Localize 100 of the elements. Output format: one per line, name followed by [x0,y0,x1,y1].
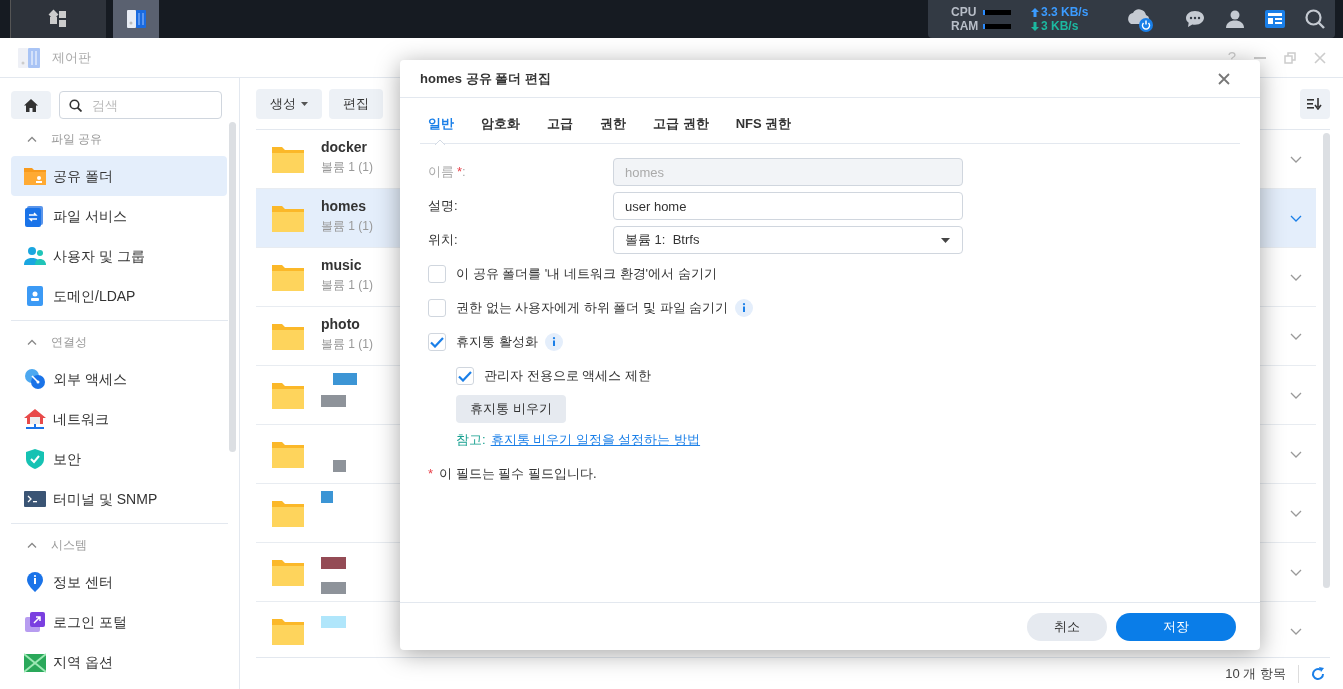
help-link[interactable]: 휴지통 비우기 일정을 설정하는 방법 [490,430,701,450]
chat-icon [1184,8,1207,30]
folder-volume: 볼륨 1 (1) [321,336,374,353]
checkbox-label: 권한 없는 사용자에게 하위 폴더 및 파일 숨기기 [456,299,729,318]
chevron-down-icon[interactable] [1290,155,1302,163]
folder-volume: 볼륨 1 (1) [321,159,374,176]
sidebar-item[interactable]: 네트워크 [11,399,227,439]
sort-button[interactable] [1300,88,1330,119]
info-icon[interactable] [544,333,563,351]
chevron-down-icon[interactable] [1290,627,1302,635]
checkbox[interactable] [428,299,446,317]
sidebar-item[interactable]: 로그인 포털 [11,602,227,642]
folder-icon [272,617,304,645]
shield-check-icon [24,448,46,470]
search-icon [69,99,82,112]
download-speed: 3 KB/s [1041,19,1079,33]
checkbox[interactable] [428,333,446,351]
house-network-icon [24,408,46,430]
checkbox-label: 관리자 전용으로 액세스 제한 [484,367,651,386]
toolbar-button[interactable]: 생성 [256,88,322,119]
chevron-down-icon[interactable] [1290,568,1302,576]
tab-pointer-icon [435,139,445,145]
region-icon [24,651,46,673]
chevron-down-icon[interactable] [1290,391,1302,399]
home-button[interactable] [11,91,51,119]
folder-name: music [321,256,363,275]
ram-label: RAM [951,19,979,33]
folder-user-icon [24,165,46,187]
redacted-block [321,491,333,503]
chevron-down-icon[interactable] [1290,509,1302,517]
window-title: 제어판 [52,48,91,67]
dialog-tab[interactable]: 고급 권한 [653,111,709,144]
folder-icon [272,558,304,586]
taskbar-app-button[interactable] [113,0,159,38]
chevron-up-icon [27,136,37,142]
dialog-tab[interactable]: NFS 권한 [735,111,792,144]
toolbar-button[interactable]: 편집 [329,88,383,119]
description-field[interactable]: user home [613,192,963,220]
field-label: 위치: [428,231,459,250]
control-panel-icon [125,9,147,29]
location-dropdown[interactable]: 볼륨 1: Btrfs [613,226,963,254]
taskbar-app-button[interactable] [10,0,106,38]
info-pin-icon [24,571,46,593]
dialog-tab[interactable]: 암호화 [481,111,520,144]
search-icon [1304,8,1327,30]
cancel-button[interactable]: 취소 [1027,612,1107,641]
scrollbar-thumb[interactable] [229,122,236,452]
login-portal-icon [24,611,46,633]
user-icon [1224,8,1247,30]
folder-icon [272,204,304,232]
sidebar-item[interactable]: 지역 옵션 [11,642,227,682]
sidebar-item[interactable]: 터미널 및 SNMP [11,479,227,519]
chevron-down-icon[interactable] [1290,450,1302,458]
apps-grid-icon [48,9,69,29]
sidebar-item[interactable]: 파일 서비스 [11,196,227,236]
folder-volume: 볼륨 1 (1) [321,277,374,294]
info-icon[interactable] [735,299,754,317]
download-arrow-icon [1031,21,1039,31]
caret-icon [301,101,308,106]
checkbox-label: 이 공유 폴더를 '내 네트워크 환경'에서 숨기기 [456,265,717,284]
folder-name: homes [321,197,368,216]
close-icon[interactable] [1218,72,1230,85]
empty-recycle-bin-button[interactable]: 휴지통 비우기 [456,395,566,423]
external-access-icon [24,368,46,390]
sort-icon [1307,97,1323,110]
sidebar-item[interactable]: 도메인/LDAP [11,276,227,316]
dialog-tab[interactable]: 권한 [600,111,626,144]
scrollbar-thumb[interactable] [1323,133,1330,588]
sidebar-item[interactable]: 사용자 및 그룹 [11,236,227,276]
sidebar-item[interactable]: 공유 폴더 [11,156,227,196]
terminal-icon [24,488,46,510]
chevron-down-icon[interactable] [1290,273,1302,281]
redacted-block [321,395,346,407]
control-panel-icon [17,46,41,69]
checkbox[interactable] [456,367,474,385]
redacted-block [333,460,346,472]
sidebar-item[interactable]: 보안 [11,439,227,479]
sidebar-item[interactable]: 외부 액세스 [11,359,227,399]
widgets-icon [1264,8,1287,30]
save-button[interactable]: 저장 [1116,612,1236,641]
redacted-block [321,616,346,628]
required-note: * 이 필드는 필수 필드입니다. [428,465,598,483]
upload-speed: 3.3 KB/s [1041,5,1089,19]
checkbox-label: 휴지통 활성화 [456,333,538,352]
chevron-down-icon[interactable] [1290,332,1302,340]
folder-icon [272,381,304,409]
folder-icon [272,145,304,173]
dialog-tab[interactable]: 고급 [547,111,573,144]
file-transfer-icon [24,205,46,227]
sidebar-item[interactable]: 정보 센터 [11,562,227,602]
refresh-icon[interactable] [1311,666,1325,681]
redacted-block [321,582,346,594]
ram-meter [983,23,1011,29]
chevron-down-icon[interactable] [1290,214,1302,222]
field-label: 이름 *: [428,163,467,182]
checkbox[interactable] [428,265,446,283]
search-field[interactable]: 검색 [59,91,222,119]
dialog-tab[interactable]: 일반 [428,111,454,144]
folder-name: docker [321,138,368,157]
folder-volume: 볼륨 1 (1) [321,218,374,235]
